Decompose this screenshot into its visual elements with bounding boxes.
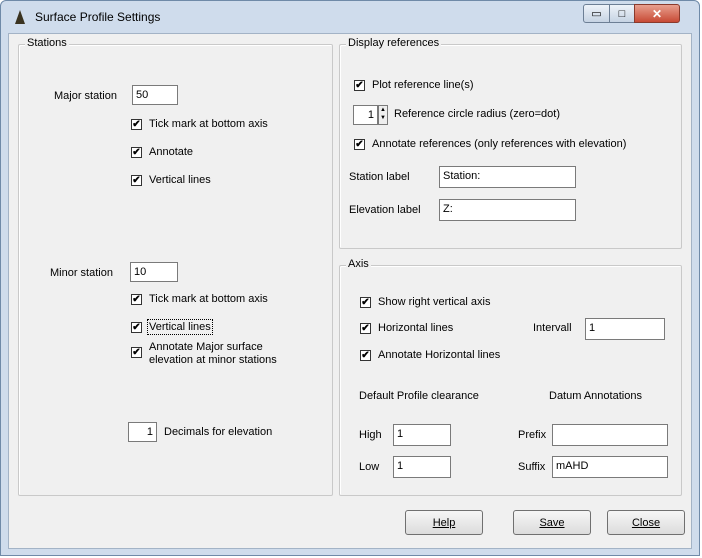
window-title: Surface Profile Settings (35, 10, 161, 24)
interval-input[interactable]: 1 (585, 318, 665, 340)
save-button[interactable]: Save (513, 510, 591, 535)
dialog-window: Surface Profile Settings ▭ □ ✕ Stations … (0, 0, 700, 556)
stations-group: Stations Major station 50 ✔ Tick mark at… (18, 37, 333, 496)
minor-station-input[interactable]: 10 (130, 262, 178, 282)
display-references-group: Display references ✔ Plot reference line… (339, 37, 682, 249)
radius-label: Reference circle radius (zero=dot) (394, 108, 560, 120)
annotate-references-checkbox[interactable]: ✔ (354, 139, 365, 150)
minor-tick-mark-checkbox[interactable]: ✔ (131, 294, 142, 305)
horizontal-lines-label[interactable]: Horizontal lines (378, 322, 453, 334)
spinner-down-icon[interactable]: ▼ (380, 115, 386, 121)
decimals-input[interactable]: 1 (128, 422, 157, 442)
app-icon (15, 10, 25, 24)
plot-reference-label[interactable]: Plot reference line(s) (372, 79, 474, 91)
major-station-label: Major station (54, 90, 117, 102)
show-right-axis-checkbox[interactable]: ✔ (360, 297, 371, 308)
datum-annotations-heading: Datum Annotations (549, 390, 642, 402)
close-window-button[interactable]: ✕ (634, 4, 680, 23)
high-label: High (359, 429, 382, 441)
dialog-client-area: Stations Major station 50 ✔ Tick mark at… (8, 33, 692, 549)
major-annotate-checkbox[interactable]: ✔ (131, 147, 142, 158)
minor-station-label: Minor station (50, 267, 113, 279)
major-tick-mark-checkbox[interactable]: ✔ (131, 119, 142, 130)
major-vertical-lines-checkbox[interactable]: ✔ (131, 175, 142, 186)
minimize-icon: ▭ (591, 8, 602, 20)
suffix-label: Suffix (518, 461, 546, 473)
station-label-caption: Station label (349, 171, 410, 183)
elevation-label-input[interactable]: Z: (439, 199, 576, 221)
radius-spinner[interactable]: ▲ ▼ (378, 105, 388, 125)
low-label: Low (359, 461, 380, 473)
major-tick-mark-label[interactable]: Tick mark at bottom axis (149, 118, 268, 130)
high-input[interactable]: 1 (393, 424, 451, 446)
minor-vertical-lines-label[interactable]: Vertical lines (147, 319, 213, 335)
close-icon: ✕ (651, 6, 663, 21)
maximize-button[interactable]: □ (609, 4, 635, 23)
annotate-horizontal-label[interactable]: Annotate Horizontal lines (378, 349, 500, 361)
maximize-icon: □ (618, 7, 626, 20)
annotate-horizontal-checkbox[interactable]: ✔ (360, 350, 371, 361)
profile-clearance-heading: Default Profile clearance (359, 390, 479, 402)
horizontal-lines-checkbox[interactable]: ✔ (360, 323, 371, 334)
minor-tick-mark-label[interactable]: Tick mark at bottom axis (149, 293, 268, 305)
prefix-label: Prefix (518, 429, 547, 441)
decimals-label: Decimals for elevation (164, 426, 273, 438)
station-label-input[interactable]: Station: (439, 166, 576, 188)
stations-legend: Stations (25, 37, 69, 49)
annotate-major-at-minor-label-2[interactable]: elevation at minor stations (149, 354, 277, 366)
help-button-label: Help (432, 516, 456, 529)
title-bar[interactable]: Surface Profile Settings ▭ □ ✕ (1, 1, 699, 33)
help-button[interactable]: Help (405, 510, 483, 535)
minimize-button[interactable]: ▭ (583, 4, 610, 23)
show-right-axis-label[interactable]: Show right vertical axis (378, 296, 491, 308)
low-input[interactable]: 1 (393, 456, 451, 478)
save-button-label: Save (539, 516, 565, 529)
radius-input[interactable]: 1 (353, 105, 378, 125)
elevation-label-caption: Elevation label (349, 204, 421, 216)
spinner-up-icon[interactable]: ▲ (380, 107, 386, 113)
major-vertical-lines-label[interactable]: Vertical lines (149, 174, 211, 186)
annotate-major-at-minor-checkbox[interactable]: ✔ (131, 347, 142, 358)
axis-group: Axis ✔ Show right vertical axis ✔ Horizo… (339, 258, 682, 496)
axis-legend: Axis (346, 258, 371, 270)
interval-label: Intervall (533, 322, 572, 334)
close-button[interactable]: Close (607, 510, 685, 535)
plot-reference-checkbox[interactable]: ✔ (354, 80, 365, 91)
major-annotate-label[interactable]: Annotate (149, 146, 193, 158)
suffix-input[interactable]: mAHD (552, 456, 668, 478)
prefix-input[interactable] (552, 424, 668, 446)
display-references-legend: Display references (346, 37, 442, 49)
close-button-label: Close (631, 516, 661, 529)
major-station-input[interactable]: 50 (132, 85, 178, 105)
annotate-major-at-minor-label-1[interactable]: Annotate Major surface (149, 341, 263, 353)
annotate-references-label[interactable]: Annotate references (only references wit… (372, 138, 626, 150)
minor-vertical-lines-checkbox[interactable]: ✔ (131, 322, 142, 333)
